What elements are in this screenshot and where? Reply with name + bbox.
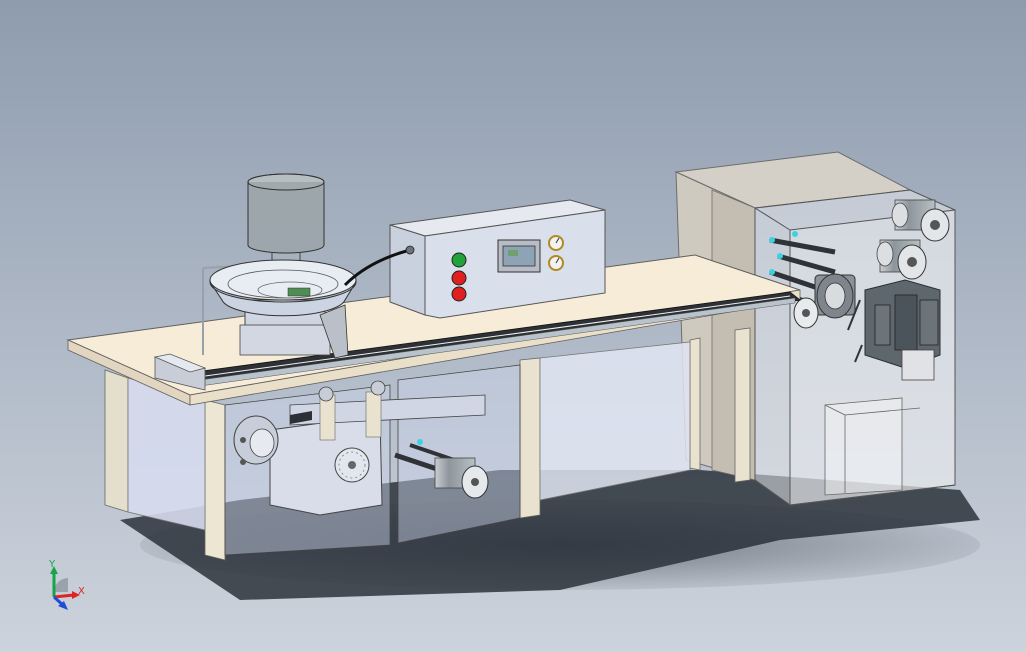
cad-viewport[interactable]: Y X xyxy=(0,0,1026,652)
x-axis-arrow xyxy=(53,593,75,599)
red-stop-button-icon[interactable] xyxy=(451,270,467,286)
triad-x-label: X xyxy=(78,586,85,597)
coordinate-triad: Y X xyxy=(48,559,85,610)
red-lamp-icon[interactable] xyxy=(451,286,467,302)
green-lamp-icon[interactable] xyxy=(451,252,467,268)
machine-assembly-model[interactable]: Y X xyxy=(0,0,1026,652)
triad-y-label: Y xyxy=(48,559,56,570)
